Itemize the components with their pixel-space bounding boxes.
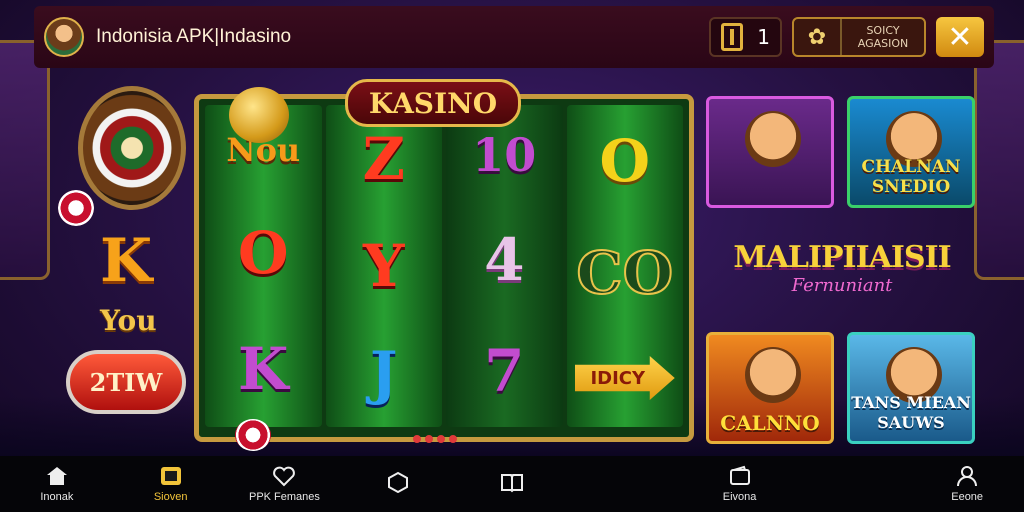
nav-item-center[interactable] [341,456,455,512]
home-icon [45,465,69,487]
ticket-icon [721,23,744,51]
reel-symbol: K [238,335,289,403]
promo-subtitle: Fernuniant [791,275,893,296]
gear-icon: ✿ [794,19,842,55]
roulette-wheel-icon [78,86,186,210]
nav-item-home[interactable]: Inonak [0,456,114,512]
promo-banner[interactable]: MALIPIIAISII Fernuniant [712,228,972,324]
you-label: You [100,304,157,337]
avatar[interactable] [44,17,84,57]
top-bar: Indonisia APK|Indasino 1 ✿ SOICY AGASION… [34,6,994,68]
nav-item-favorites[interactable]: PPK Femanes [228,456,342,512]
character-icon [745,111,801,167]
reel-3[interactable]: 10 4 7 [446,105,563,427]
gold-coin-icon [229,87,289,143]
game-tile[interactable]: CALNNO [706,332,834,444]
casino-chip-icon [58,190,94,226]
game-screen: Indonisia APK|Indasino 1 ✿ SOICY AGASION… [0,0,1024,512]
reel-indicator-dots [413,435,457,443]
heart-icon [272,465,296,487]
tile-label: CALNNO [720,411,820,435]
reel-symbol: J [370,339,398,408]
reel-symbol: IDICY [574,356,675,400]
slot-icon [159,465,183,487]
app-title: Indonisia APK|Indasino [96,26,292,47]
balance-counter[interactable]: 1 [709,17,782,57]
nav-item-profile[interactable]: Eeone [910,456,1024,512]
game-tile[interactable]: TANS MIEAN SAUWS [847,332,975,444]
reel-symbol: O [237,219,289,287]
tile-label: CHALNAN SNEDIO [861,157,961,197]
game-tile[interactable]: CHALNAN SNEDIO [847,96,975,208]
nav-label: PPK Femanes [248,491,320,503]
user-icon [955,465,979,487]
reel-symbol: 7 [484,337,525,406]
reel-1[interactable]: Nou O K [205,105,322,427]
wallet-icon [728,465,752,487]
header-actions: 1 ✿ SOICY AGASION ✕ [709,17,984,57]
nav-item-wallet[interactable]: Eivona [683,456,797,512]
casino-chip-icon [235,419,271,451]
promo-title: MALIPIIAISII [733,240,951,275]
counter-value: 1 [757,25,770,49]
reel-2[interactable]: Z Y J [325,105,442,427]
game-tile[interactable] [706,96,834,208]
reel-4[interactable]: O CO IDICY [566,105,683,427]
nav-item-book[interactable] [455,456,569,512]
background-slot-machine-right [974,40,1024,280]
nav-item-slots[interactable]: Sioven [114,456,228,512]
background-slot-machine-left [0,40,50,280]
nav-label: Inonak [40,491,74,503]
tile-label: TANS MIEAN SAUWS [851,393,971,432]
reel-symbol: Z [362,124,405,193]
big-symbol: K [100,226,153,296]
character-icon [745,347,801,403]
reel-symbol: 10 [472,127,537,182]
close-icon: ✕ [947,19,973,55]
reel-symbol: CO [575,239,674,307]
nav-label: Sioven [153,491,188,503]
settings-label: SOICY AGASION [857,24,909,50]
reel-symbol: Y [363,231,405,300]
left-panel: K You 2TIW [58,86,194,416]
hexagon-icon [386,471,410,493]
nav-label: Eeone [951,491,984,503]
book-icon [500,471,524,493]
close-button[interactable]: ✕ [936,17,984,57]
slot-banner: KASINO [345,79,521,127]
nav-label: Eivona [722,491,757,503]
bottom-nav: Inonak Sioven PPK Femanes Eivona Eeone [0,456,1024,512]
reel-symbol: 4 [484,225,525,294]
spin-button[interactable]: 2TIW [66,350,186,414]
reel-symbol: O [599,127,651,195]
settings-button[interactable]: ✿ SOICY AGASION [792,17,926,57]
reels: Nou O K Z Y J 10 4 7 O CO IDICY [205,105,683,427]
slot-machine: Nou O K Z Y J 10 4 7 O CO IDICY KASINO [194,79,694,451]
